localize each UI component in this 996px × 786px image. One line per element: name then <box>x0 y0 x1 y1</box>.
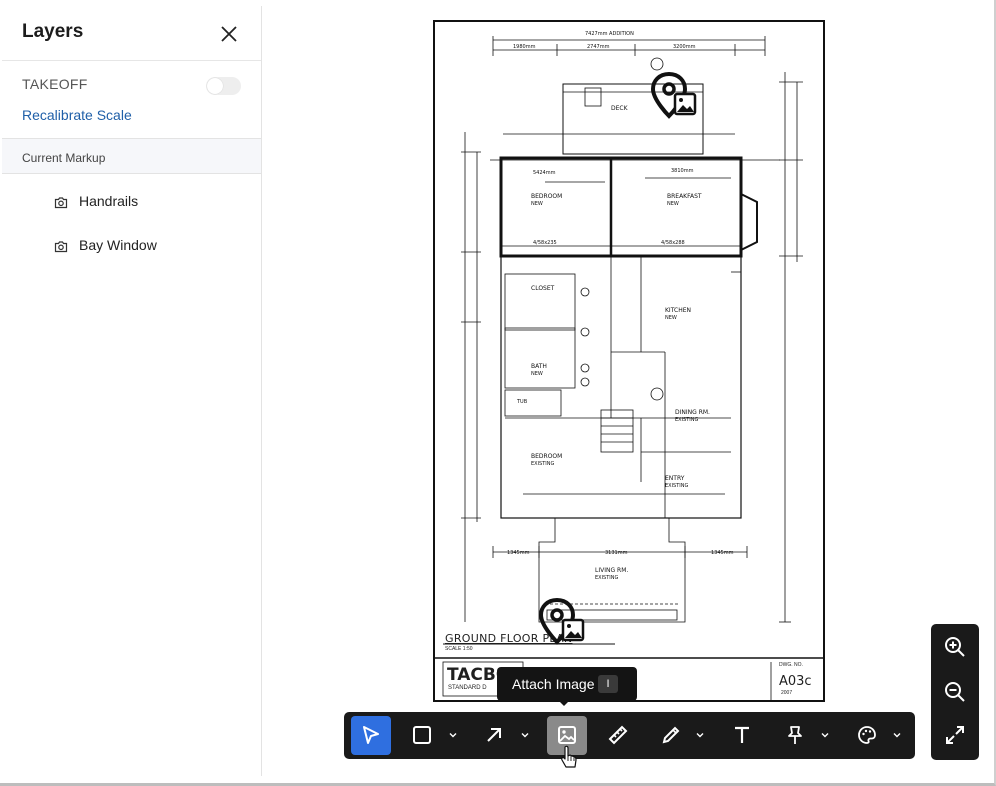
panel-title: Layers <box>22 21 84 42</box>
hand-cursor-icon <box>561 745 577 768</box>
svg-text:NEW: NEW <box>667 201 679 207</box>
pin-tool-button[interactable] <box>775 716 815 755</box>
tooltip-shortcut: I <box>598 675 618 693</box>
svg-text:DECK: DECK <box>611 105 629 112</box>
svg-text:1345mm: 1345mm <box>507 550 530 556</box>
svg-text:EXISTING: EXISTING <box>531 461 555 467</box>
title-block-sub: STANDARD D <box>448 685 487 691</box>
svg-text:5424mm: 5424mm <box>533 170 556 176</box>
zoom-in-button[interactable] <box>940 632 970 662</box>
svg-text:7427mm ADDITION: 7427mm ADDITION <box>585 31 634 37</box>
zoom-out-icon <box>945 682 965 702</box>
map-pin-image-icon <box>650 71 697 119</box>
svg-text:NEW: NEW <box>665 315 677 321</box>
close-icon[interactable] <box>218 23 240 45</box>
dwg-no-label: DWG. NO. <box>779 662 803 668</box>
image-pin-marker[interactable] <box>537 596 589 648</box>
pin-icon <box>788 726 802 744</box>
svg-text:BEDROOM: BEDROOM <box>531 193 562 200</box>
svg-text:3810mm: 3810mm <box>671 168 694 174</box>
svg-text:DINING RM.: DINING RM. <box>675 409 710 416</box>
text-icon <box>735 726 749 743</box>
takeoff-toggle[interactable] <box>206 77 241 95</box>
svg-text:4/58x288: 4/58x288 <box>661 240 685 246</box>
palette-icon <box>858 726 876 744</box>
layers-header: Layers <box>2 6 261 61</box>
color-tool-button[interactable] <box>847 716 887 755</box>
floor-plan-sheet[interactable]: 7427mm ADDITION 1980mm 2747mm 3200mm 542… <box>433 20 825 702</box>
camera-icon <box>54 197 68 209</box>
svg-text:EXISTING: EXISTING <box>675 417 699 423</box>
svg-text:3131mm: 3131mm <box>605 550 628 556</box>
arrow-tool-button[interactable] <box>474 716 514 755</box>
camera-icon <box>54 241 68 253</box>
toggle-knob <box>207 78 223 94</box>
zoom-controls <box>931 624 979 760</box>
svg-text:EXISTING: EXISTING <box>595 575 619 581</box>
fit-to-screen-button[interactable] <box>940 720 970 750</box>
chevron-down-icon[interactable] <box>820 730 830 740</box>
zoom-in-icon <box>945 637 965 657</box>
select-tool-button[interactable] <box>351 716 391 755</box>
floor-plan-drawing: 7427mm ADDITION 1980mm 2747mm 3200mm 542… <box>435 31 823 700</box>
layer-item-label: Bay Window <box>79 237 157 253</box>
svg-text:4/58x235: 4/58x235 <box>533 240 557 246</box>
measure-tool-button[interactable] <box>598 716 638 755</box>
app-window: Layers TAKEOFF Recalibrate Scale Current… <box>0 0 996 786</box>
text-tool-button[interactable] <box>722 716 762 755</box>
svg-text:NEW: NEW <box>531 201 543 207</box>
arrow-icon <box>487 728 501 742</box>
zoom-out-button[interactable] <box>940 677 970 707</box>
svg-text:ENTRY: ENTRY <box>665 475 685 482</box>
cursor-icon <box>363 726 379 744</box>
layer-item-label: Handrails <box>79 193 139 209</box>
svg-text:2747mm: 2747mm <box>587 44 610 50</box>
takeoff-row: TAKEOFF <box>22 76 242 98</box>
tooltip-label: Attach Image <box>512 676 595 692</box>
drawing-year: 2007 <box>781 690 793 696</box>
image-pin-marker[interactable] <box>649 70 701 122</box>
chevron-down-icon[interactable] <box>695 730 705 740</box>
pencil-icon <box>662 726 680 744</box>
map-pin-image-icon <box>538 597 585 645</box>
expand-icon <box>946 726 964 744</box>
chevron-down-icon[interactable] <box>520 730 530 740</box>
svg-text:BATH: BATH <box>531 363 547 370</box>
svg-text:LIVING RM.: LIVING RM. <box>595 567 628 574</box>
current-markup-section: Current Markup <box>2 138 261 174</box>
svg-text:1345mm: 1345mm <box>711 550 734 556</box>
svg-text:CLOSET: CLOSET <box>531 285 555 292</box>
plan-scale: SCALE 1:50 <box>445 646 473 652</box>
attach-image-tooltip: Attach Image I <box>497 667 637 706</box>
square-icon <box>413 726 431 744</box>
markup-toolbar <box>344 712 915 759</box>
chevron-down-icon[interactable] <box>448 730 458 740</box>
svg-text:BEDROOM: BEDROOM <box>531 453 562 460</box>
dwg-no: A03c <box>779 674 812 689</box>
svg-text:3200mm: 3200mm <box>673 44 696 50</box>
svg-text:BREAKFAST: BREAKFAST <box>667 193 702 200</box>
svg-text:1980mm: 1980mm <box>513 44 536 50</box>
layer-item-handrails[interactable]: Handrails <box>54 193 234 215</box>
layers-panel: Layers TAKEOFF Recalibrate Scale Current… <box>2 6 262 776</box>
recalibrate-scale-link[interactable]: Recalibrate Scale <box>22 107 132 123</box>
ruler-icon <box>608 725 628 745</box>
svg-text:EXISTING: EXISTING <box>665 483 689 489</box>
chevron-down-icon[interactable] <box>892 730 902 740</box>
pencil-tool-button[interactable] <box>651 716 691 755</box>
svg-text:KITCHEN: KITCHEN <box>665 307 691 314</box>
takeoff-label: TAKEOFF <box>22 76 88 92</box>
image-icon <box>558 726 576 744</box>
svg-text:NEW: NEW <box>531 371 543 377</box>
rectangle-tool-button[interactable] <box>402 716 442 755</box>
layer-item-bay-window[interactable]: Bay Window <box>54 237 234 259</box>
svg-text:TUB: TUB <box>516 399 528 405</box>
